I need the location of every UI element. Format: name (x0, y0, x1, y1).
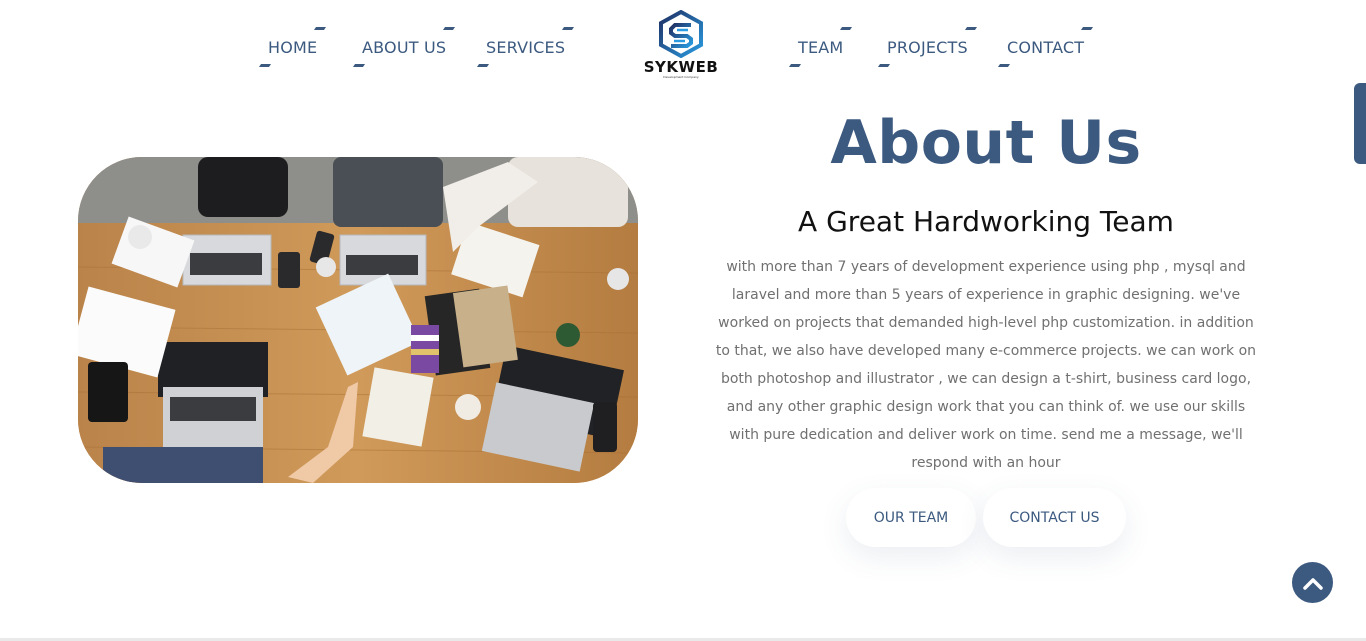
chevron-up-icon (1302, 577, 1323, 590)
nav-decoration (443, 27, 456, 30)
nav-services[interactable]: SERVICES (476, 27, 575, 67)
nav-decoration (314, 27, 327, 30)
nav-about-us[interactable]: ABOUT US (352, 27, 456, 67)
about-subtitle: A Great Hardworking Team (798, 205, 1174, 238)
nav-projects-label: PROJECTS (887, 38, 968, 57)
about-title: About Us (830, 108, 1142, 178)
nav-decoration (840, 27, 853, 30)
nav-decoration (476, 64, 490, 67)
nav-contact-label: CONTACT (1007, 38, 1085, 57)
nav-decoration (1081, 27, 1094, 30)
nav-home[interactable]: HOME (258, 27, 327, 67)
team-desk-photo (78, 157, 638, 483)
s-hexagon-logo-icon (659, 10, 703, 58)
nav-team-label: TEAM (798, 38, 844, 57)
about-description: with more than 7 years of development ex… (715, 259, 1257, 471)
nav-about-label: ABOUT US (362, 38, 447, 57)
nav-decoration (997, 64, 1011, 67)
nav-services-label: SERVICES (486, 38, 566, 57)
nav-projects[interactable]: PROJECTS (877, 27, 977, 67)
nav-decoration (258, 64, 272, 67)
nav-home-label: HOME (268, 38, 318, 57)
nav-decoration (562, 27, 575, 30)
nav-team[interactable]: TEAM (788, 27, 853, 67)
scrollbar-thumb[interactable] (1354, 83, 1366, 164)
contact-us-button[interactable]: CONTACT US (983, 488, 1126, 547)
nav-decoration (352, 64, 366, 67)
scroll-to-top-button[interactable] (1292, 562, 1333, 603)
nav-decoration (788, 64, 802, 67)
nav-decoration (877, 64, 891, 67)
site-logo[interactable]: SYKWEB Development Company (640, 10, 722, 82)
logo-name: SYKWEB (643, 58, 719, 76)
our-team-button[interactable]: OUR TEAM (846, 488, 976, 547)
nav-contact[interactable]: CONTACT (997, 27, 1094, 67)
nav-decoration (964, 27, 977, 30)
